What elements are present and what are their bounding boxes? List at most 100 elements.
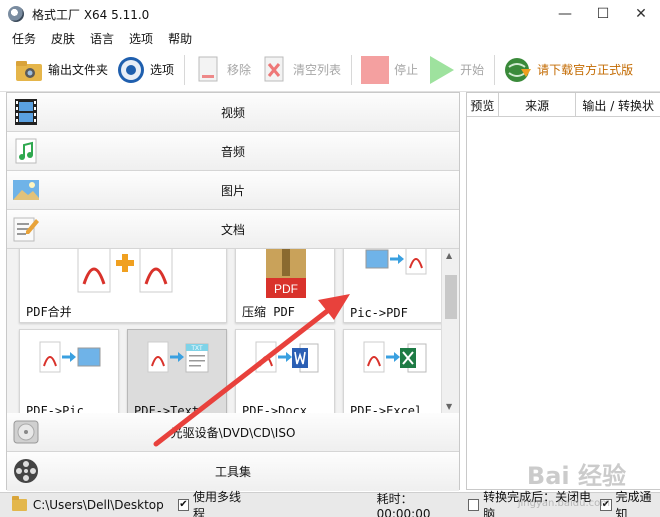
category-panel: 视频 音频 图片 文档 PDF合并 PDF 压缩 PDF Pic->PDF PD… [6, 92, 460, 491]
menu-help[interactable]: 帮助 [168, 30, 192, 47]
scroll-down-icon[interactable]: ▼ [446, 402, 452, 411]
folder-icon [12, 496, 27, 511]
clear-list-label: 清空列表 [293, 63, 342, 77]
category-tools-label: 工具集 [214, 465, 251, 479]
category-audio-label: 音频 [220, 144, 245, 159]
toolbar-divider [351, 54, 353, 85]
category-optical-label: 光驱设备\DVD\CD\ISO [170, 425, 296, 440]
minimize-button[interactable]: — [546, 0, 584, 28]
category-tools[interactable]: 工具集 [7, 452, 459, 491]
after-done-checkbox[interactable] [467, 499, 480, 511]
category-audio[interactable]: 音频 [7, 132, 459, 171]
task-list-panel: 预览 来源 输出 / 转换状 [466, 92, 660, 490]
column-source[interactable]: 来源 [499, 93, 577, 117]
tile-pic-to-pdf-label: Pic->PDF [350, 306, 408, 320]
toolbar-divider [494, 54, 496, 85]
app-logo-icon [8, 6, 24, 22]
disc-drive-icon [11, 417, 41, 447]
film-strip-icon [11, 97, 41, 127]
stop-button[interactable]: 停止 [360, 52, 418, 88]
category-document-label: 文档 [220, 222, 245, 237]
remove-button[interactable]: 移除 [193, 52, 251, 88]
bottom-categories: 光驱设备\DVD\CD\ISO 工具集 [7, 413, 459, 491]
menu-options[interactable]: 选项 [129, 30, 153, 47]
category-optical-drive[interactable]: 光驱设备\DVD\CD\ISO [7, 413, 459, 452]
column-preview[interactable]: 预览 [467, 93, 499, 117]
txt-badge-text: TXT [191, 346, 203, 352]
elapsed-time: 耗时：00:00:00 [376, 491, 431, 517]
pdf-to-excel-icon [363, 341, 427, 373]
toolbar: 输出文件夹 选项 移除 清空列表 停止 开始 请下载官方正式版 [0, 48, 660, 92]
multithread-label: 使用多线程 [193, 490, 242, 517]
tile-pdf-to-docx-label: PDF->Docx [242, 404, 308, 413]
pdf-to-docx-icon [255, 341, 319, 373]
clear-list-icon [259, 55, 289, 85]
pdf-to-pic-icon [39, 341, 101, 373]
category-video[interactable]: 视频 [7, 93, 459, 132]
multithread-checkbox[interactable]: ✔ [177, 499, 190, 511]
document-tools-grid: PDF合并 PDF 压缩 PDF Pic->PDF PDF->Pic TXT P… [7, 249, 441, 413]
output-folder-label: 输出文件夹 [48, 63, 109, 77]
tile-pdf-to-docx[interactable]: PDF->Docx [235, 329, 335, 413]
pic-to-pdf-icon [365, 249, 427, 275]
remove-doc-icon [193, 55, 223, 85]
start-label: 开始 [460, 63, 485, 77]
tile-pdf-merge[interactable]: PDF合并 [19, 249, 227, 323]
tile-pdf-merge-label: PDF合并 [26, 305, 72, 319]
tile-pdf-to-excel[interactable]: PDF->Excel [343, 329, 441, 413]
tile-compress-pdf[interactable]: PDF 压缩 PDF [235, 249, 335, 323]
pdf-badge-text: PDF [274, 282, 298, 296]
tile-pic-to-pdf[interactable]: Pic->PDF [343, 249, 441, 323]
watermark-url: jingyan.baidu.com [517, 498, 610, 509]
watermark: Bai 经验 [526, 462, 626, 490]
notify-label: 完成通知 [615, 490, 652, 517]
scroll-up-icon[interactable]: ▲ [446, 251, 452, 260]
stop-icon [360, 55, 390, 85]
tools-vertical-scrollbar[interactable]: ▲ ▼ [441, 249, 459, 413]
download-official-button[interactable]: 请下载官方正式版 [503, 52, 633, 88]
window-title: 格式工厂 X64 5.11.0 [32, 7, 150, 22]
close-button[interactable]: ✕ [622, 0, 660, 28]
category-image-label: 图片 [220, 183, 245, 198]
maximize-button[interactable]: ☐ [584, 0, 622, 28]
remove-label: 移除 [227, 63, 252, 77]
music-note-icon [11, 136, 41, 166]
options-button[interactable]: 选项 [116, 52, 174, 88]
download-label: 请下载官方正式版 [537, 63, 634, 77]
toolbar-divider [184, 54, 186, 85]
category-document[interactable]: 文档 [7, 210, 459, 249]
output-folder-button[interactable]: 输出文件夹 [14, 52, 108, 88]
tile-pdf-to-pic[interactable]: PDF->Pic [19, 329, 119, 413]
column-output-status[interactable]: 输出 / 转换状 [576, 93, 660, 117]
start-button[interactable]: 开始 [426, 52, 484, 88]
menu-language[interactable]: 语言 [90, 30, 114, 47]
stop-label: 停止 [394, 63, 419, 77]
compress-pdf-icon: PDF [266, 249, 306, 298]
output-path[interactable]: C:\Users\Dell\Desktop [33, 498, 164, 512]
clear-list-button[interactable]: 清空列表 [259, 52, 341, 88]
tile-pdf-to-text-label: PDF->Text [134, 404, 200, 413]
folder-icon [14, 55, 44, 85]
category-video-label: 视频 [220, 105, 245, 120]
document-pencil-icon [11, 214, 41, 244]
category-image[interactable]: 图片 [7, 171, 459, 210]
gear-icon [116, 55, 146, 85]
task-table-header: 预览 来源 输出 / 转换状 [467, 93, 660, 117]
window-controls: — ☐ ✕ [546, 0, 660, 28]
scrollbar-thumb[interactable] [445, 275, 457, 319]
tile-pdf-to-text[interactable]: TXT PDF->Text [127, 329, 227, 413]
title-bar: 格式工厂 X64 5.11.0 — ☐ ✕ [0, 0, 660, 28]
tile-pdf-to-excel-label: PDF->Excel [350, 404, 423, 413]
menu-bar: 任务 皮肤 语言 选项 帮助 [0, 28, 660, 48]
tile-compress-pdf-label: 压缩 PDF [242, 305, 295, 319]
menu-tasks[interactable]: 任务 [12, 30, 36, 47]
options-label: 选项 [150, 63, 175, 77]
play-icon [426, 55, 456, 85]
globe-download-icon [503, 55, 533, 85]
menu-skin[interactable]: 皮肤 [51, 30, 75, 47]
landscape-picture-icon [11, 175, 41, 205]
tile-pdf-to-pic-label: PDF->Pic [26, 404, 84, 413]
pdf-to-text-icon: TXT [147, 341, 209, 373]
film-reel-icon [11, 456, 41, 486]
pdf-merge-icon [77, 249, 173, 293]
